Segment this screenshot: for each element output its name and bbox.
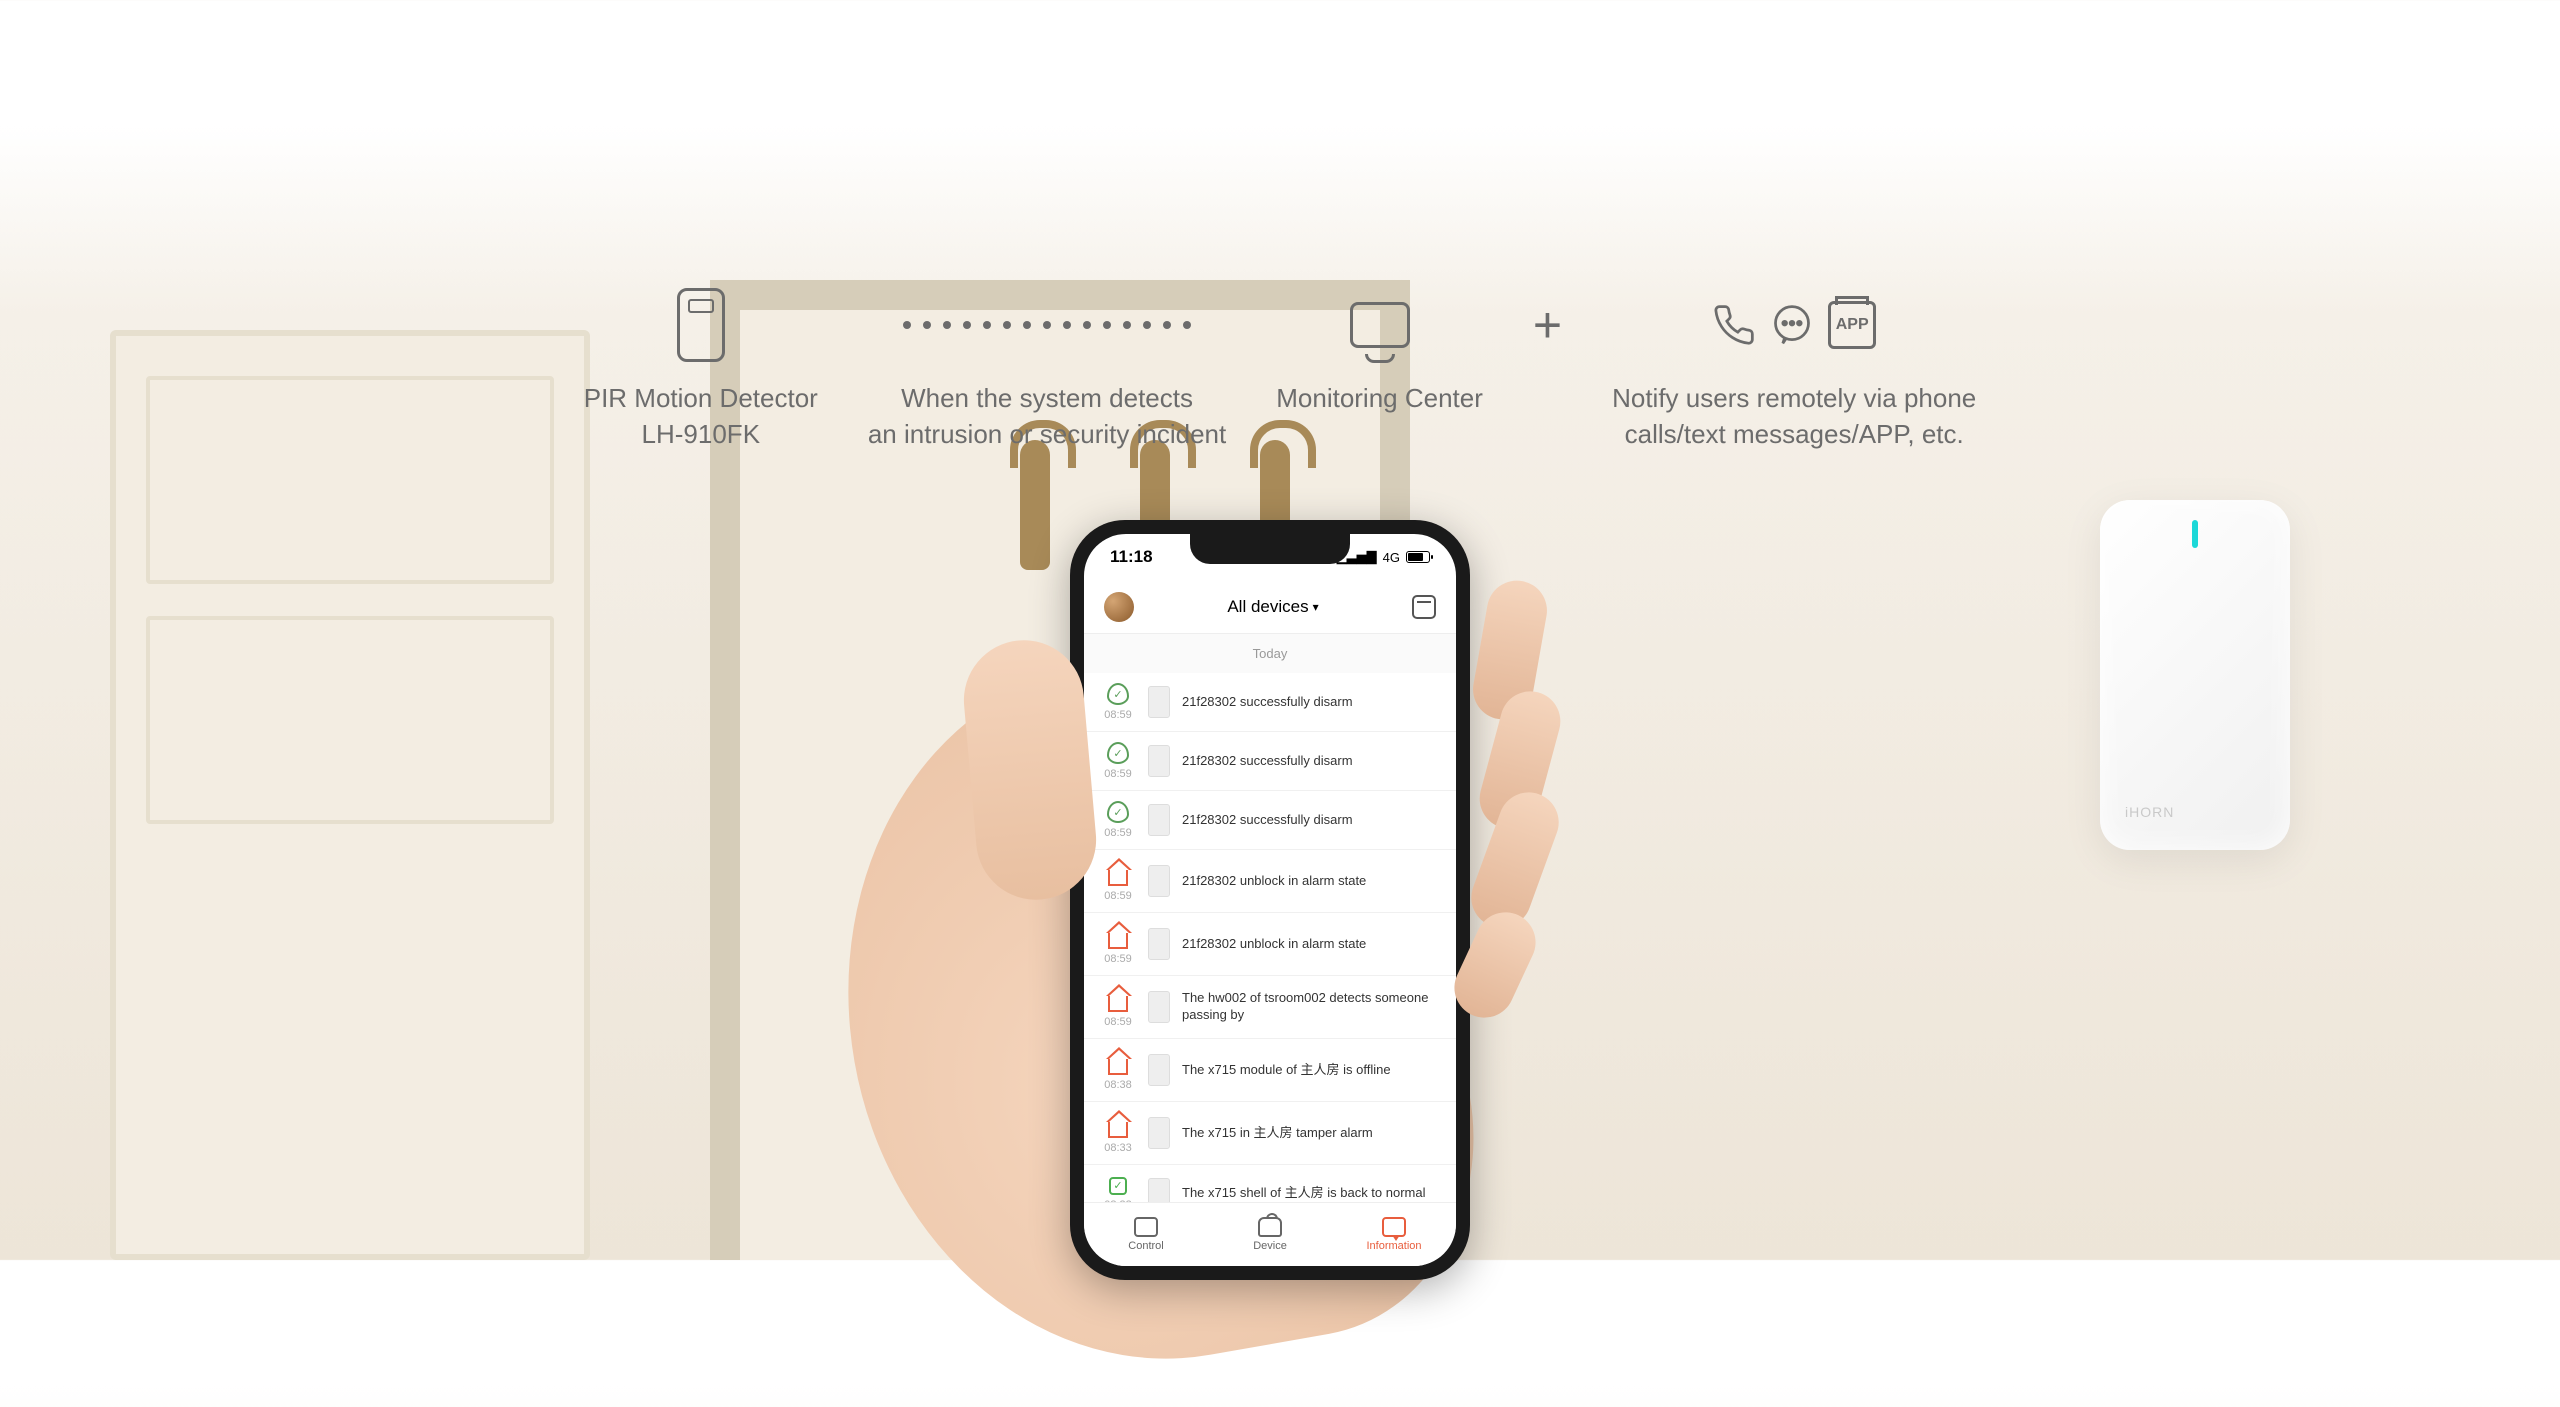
event-text: 21f28302 successfully disarm	[1182, 812, 1440, 829]
monitoring-block: Monitoring Center	[1276, 290, 1483, 453]
event-thumbnail	[1148, 686, 1170, 718]
nav-label: Device	[1253, 1240, 1287, 1252]
app-header: All devices	[1084, 580, 1456, 634]
event-row[interactable]: 08:59 21f28302 unblock in alarm state	[1084, 913, 1456, 976]
event-text: The x715 module of 主人房 is offline	[1182, 1062, 1440, 1079]
phone-mockup: 11:18 ▁▃▅▇ 4G All devices Today 08:59 21…	[1070, 520, 1470, 1280]
event-time: 08:59	[1100, 709, 1136, 721]
event-text: 21f28302 successfully disarm	[1182, 694, 1440, 711]
house-icon	[1108, 1059, 1128, 1075]
house-icon	[1108, 933, 1128, 949]
event-thumbnail	[1148, 1117, 1170, 1149]
event-time: 08:59	[1100, 768, 1136, 780]
house-icon	[1108, 1122, 1128, 1138]
calendar-icon[interactable]	[1412, 595, 1436, 619]
pir-brand-label: iHORN	[2125, 804, 2174, 820]
plus-block: +	[1533, 290, 1562, 453]
event-time: 08:59	[1100, 890, 1136, 902]
nav-information[interactable]: Information	[1332, 1203, 1456, 1266]
nav-label: Control	[1128, 1240, 1163, 1252]
shield-icon	[1107, 801, 1129, 823]
phone-notch	[1190, 534, 1350, 564]
left-door	[110, 330, 590, 1260]
detector-model: LH-910FK	[642, 416, 761, 452]
event-thumbnail	[1148, 1054, 1170, 1086]
notify-text: Notify users remotely via phone calls/te…	[1612, 380, 1976, 453]
event-thumbnail	[1148, 991, 1170, 1023]
monitoring-label: Monitoring Center	[1276, 380, 1483, 416]
event-thumbnail	[1148, 1178, 1170, 1203]
notify-block: APP Notify users remotely via phone call…	[1612, 290, 1976, 453]
nav-label: Information	[1366, 1240, 1421, 1252]
event-row[interactable]: 08:59 21f28302 successfully disarm	[1084, 791, 1456, 850]
nav-device-icon	[1258, 1217, 1282, 1237]
phone-screen: 11:18 ▁▃▅▇ 4G All devices Today 08:59 21…	[1084, 534, 1456, 1266]
house-icon	[1108, 996, 1128, 1012]
event-text: The x715 in 主人房 tamper alarm	[1182, 1125, 1440, 1142]
battery-icon	[1406, 551, 1430, 563]
event-row[interactable]: 08:59 21f28302 successfully disarm	[1084, 673, 1456, 732]
shield-icon	[1107, 742, 1129, 764]
event-row[interactable]: 08:59 21f28302 unblock in alarm state	[1084, 850, 1456, 913]
event-row[interactable]: 08:59 The hw002 of tsroom002 detects som…	[1084, 976, 1456, 1039]
status-time: 11:18	[1110, 547, 1153, 567]
event-row[interactable]: 08:59 21f28302 successfully disarm	[1084, 732, 1456, 791]
hand-holding-phone: 11:18 ▁▃▅▇ 4G All devices Today 08:59 21…	[850, 460, 1750, 1260]
detector-icon	[677, 288, 725, 362]
event-row[interactable]: 08:33 The x715 shell of 主人房 is back to n…	[1084, 1165, 1456, 1202]
workflow-row: PIR Motion Detector LH-910FK When the sy…	[0, 290, 2560, 453]
monitor-icon	[1350, 302, 1410, 348]
event-text: 21f28302 unblock in alarm state	[1182, 873, 1440, 890]
check-green-icon	[1109, 1177, 1127, 1195]
nav-device[interactable]: Device	[1208, 1203, 1332, 1266]
device-selector[interactable]: All devices	[1227, 597, 1318, 617]
house-icon	[1108, 870, 1128, 886]
plus-icon: +	[1533, 290, 1562, 360]
flow-dots-icon	[903, 290, 1191, 360]
event-text: 21f28302 unblock in alarm state	[1182, 936, 1440, 953]
app-icon: APP	[1828, 301, 1876, 349]
nav-control[interactable]: Control	[1084, 1203, 1208, 1266]
avatar[interactable]	[1104, 592, 1134, 622]
detect-text: When the system detects an intrusion or …	[868, 380, 1226, 453]
detector-block: PIR Motion Detector LH-910FK	[584, 290, 818, 453]
event-time: 08:59	[1100, 953, 1136, 965]
nav-information-icon	[1382, 1217, 1406, 1237]
event-row[interactable]: 08:33 The x715 in 主人房 tamper alarm	[1084, 1102, 1456, 1165]
detect-text-block: When the system detects an intrusion or …	[868, 290, 1226, 453]
event-thumbnail	[1148, 928, 1170, 960]
event-text: The x715 shell of 主人房 is back to normal	[1182, 1185, 1440, 1202]
event-list[interactable]: 08:59 21f28302 successfully disarm 08:59…	[1084, 673, 1456, 1202]
network-label: 4G	[1383, 550, 1400, 565]
event-thumbnail	[1148, 745, 1170, 777]
detector-title: PIR Motion Detector	[584, 380, 818, 416]
bottom-nav: Control Device Information	[1084, 1202, 1456, 1266]
event-thumbnail	[1148, 865, 1170, 897]
pir-sensor-device: iHORN	[2100, 500, 2290, 850]
phone-call-icon	[1712, 303, 1756, 347]
event-time: 08:59	[1100, 1016, 1136, 1028]
date-header: Today	[1084, 634, 1456, 673]
shield-icon	[1107, 683, 1129, 705]
event-time: 08:33	[1100, 1142, 1136, 1154]
event-text: The hw002 of tsroom002 detects someone p…	[1182, 990, 1440, 1024]
pir-led-indicator	[2192, 520, 2198, 548]
nav-control-icon	[1134, 1217, 1158, 1237]
event-thumbnail	[1148, 804, 1170, 836]
event-row[interactable]: 08:38 The x715 module of 主人房 is offline	[1084, 1039, 1456, 1102]
event-time: 08:59	[1100, 827, 1136, 839]
chat-bubble-icon	[1770, 303, 1814, 347]
event-time: 08:38	[1100, 1079, 1136, 1091]
event-text: 21f28302 successfully disarm	[1182, 753, 1440, 770]
